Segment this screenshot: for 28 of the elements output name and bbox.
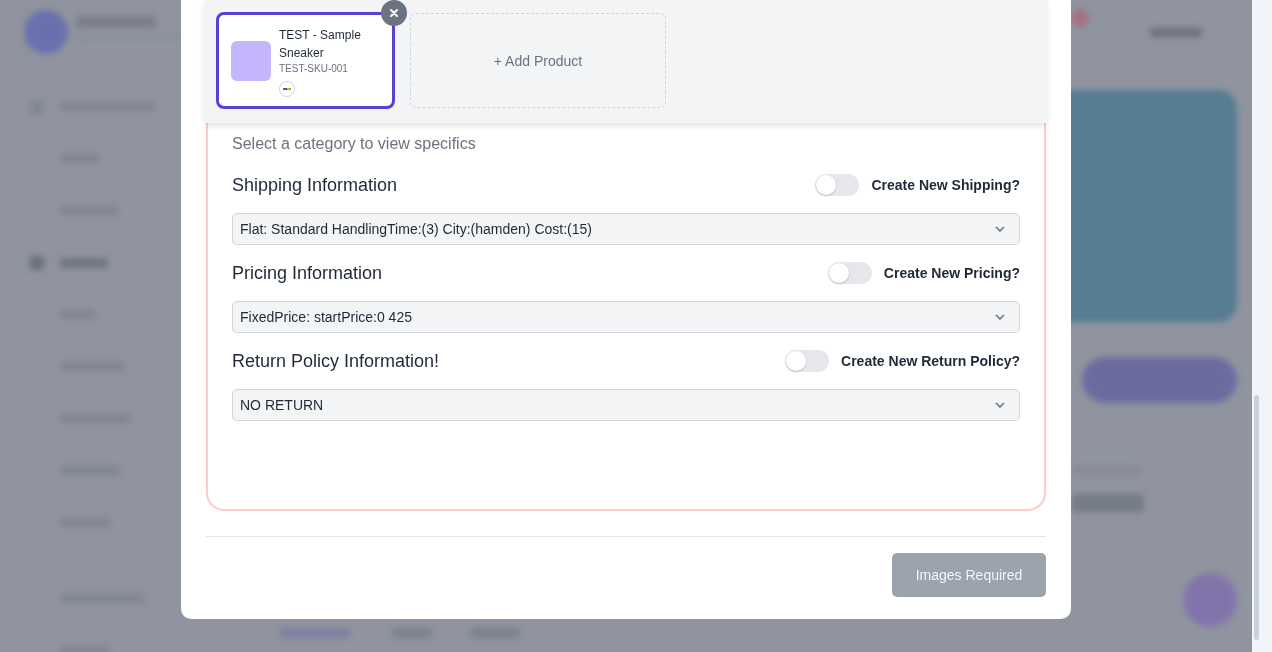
section-title: Shipping Information [232,174,398,196]
dropdown-field[interactable]: FixedPrice: startPrice:0 425 [232,301,1020,333]
product-image-placeholder [231,40,271,81]
toggle-label: Create New Pricing? [883,265,1020,281]
section-title: Pricing Information [232,262,383,284]
toggle-switch[interactable] [827,262,872,284]
chevron-down-icon [995,226,1005,232]
close-icon [389,8,399,18]
add-product-button[interactable]: + Add Product [410,13,666,108]
remove-button[interactable] [381,0,407,26]
toggle-label: Create New Return Policy? [841,353,1020,369]
toggle-switch[interactable] [785,350,830,372]
marketplace-logo-icon [279,81,295,97]
scrollbar[interactable] [1252,0,1272,652]
chevron-down-icon [995,314,1005,320]
product-name: TEST - Sample Sneaker [279,27,362,62]
toggle-switch[interactable] [815,174,860,196]
toggle-label: Create New Shipping? [871,177,1020,193]
product-card[interactable]: TEST - Sample Sneaker TEST-SKU-001 [216,12,395,109]
dropdown-field[interactable]: Flat: Standard HandlingTime:(3) City:(hamden) Cost:(15) [232,213,1020,245]
blurred-stat-drawing [1072,466,1144,512]
dropdown-field[interactable]: NO RETURN [232,389,1020,421]
blurred-user-menu [1150,28,1202,37]
blurred-notification-dot [1071,9,1089,27]
product-sku: TEST-SKU-001 [279,62,348,76]
chevron-down-icon [995,402,1005,408]
hint-text: Select a category to view specifics [232,134,477,154]
section-title: Return Policy Information! [232,350,440,372]
